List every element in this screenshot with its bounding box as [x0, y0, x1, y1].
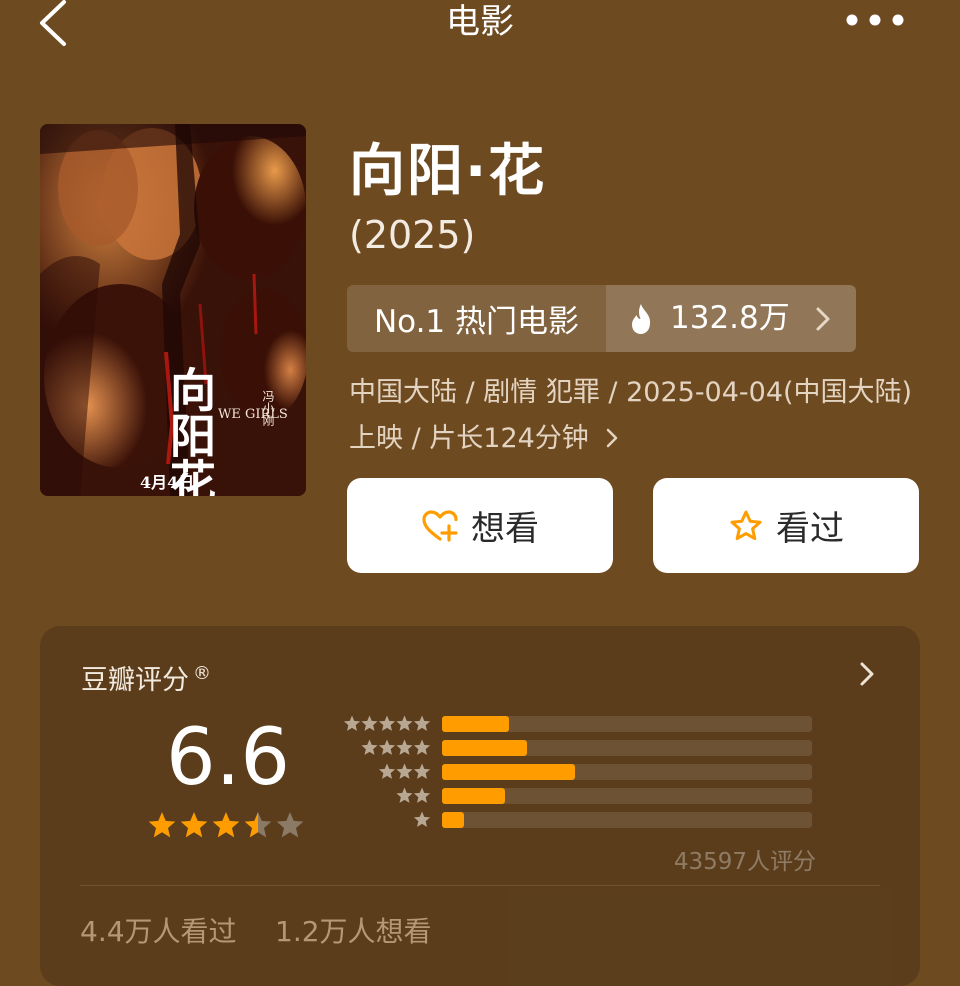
bar-star [396, 739, 413, 755]
bar-star [396, 715, 413, 731]
poster-date-text: 4月4日 [140, 473, 194, 492]
poster-director-text: 冯小刚 [261, 390, 275, 426]
rating-bar-row [336, 714, 826, 734]
want-to-watch-button[interactable]: 想看 [347, 478, 613, 573]
bar-stars-icon [361, 739, 430, 755]
bar-track [442, 740, 812, 756]
ranking-label: No.1 热门电影 [373, 304, 580, 340]
bar-star [343, 715, 361, 731]
poster-english-text: WE GIRLS [218, 407, 288, 422]
rating-bar-row [336, 738, 826, 758]
heat-section: 132.8万 [606, 285, 856, 352]
bar-star [378, 715, 396, 731]
chevron-right-icon [816, 307, 830, 331]
bar-star [378, 763, 396, 779]
bar-star [413, 787, 430, 803]
bar-fill [442, 788, 505, 804]
rating-count: 43597人评分 [673, 849, 816, 875]
bar-star [413, 715, 430, 731]
rating-card: 豆瓣评分 ® 6.6 43597人评分 4.4万人看过 1.2万人想看 [40, 626, 920, 986]
bar-stars-icon [378, 763, 430, 779]
movie-year: (2025) [349, 213, 476, 257]
heat-value: 132.8万 [670, 300, 790, 336]
bar-star [361, 739, 378, 755]
bar-star [413, 811, 430, 827]
bar-track [442, 788, 812, 804]
heart-plus-icon [422, 509, 458, 542]
bar-star [413, 739, 430, 755]
bar-fill [442, 740, 528, 756]
rating-star [148, 812, 176, 838]
rating-bar-row [336, 762, 826, 782]
bar-stars-icon [343, 715, 430, 731]
rating-stars [148, 812, 304, 838]
bar-stars-icon [413, 811, 430, 827]
bar-track [442, 812, 812, 828]
bar-star [396, 787, 413, 803]
bar-fill [442, 812, 465, 828]
watched-count: 4.4万人看过 [80, 915, 237, 948]
rating-star [276, 812, 304, 838]
bar-star [413, 763, 430, 779]
divider [80, 885, 880, 886]
seen-label: 看过 [776, 509, 844, 549]
bar-fill [442, 764, 576, 780]
bar-star [378, 739, 396, 755]
rating-star [180, 812, 208, 838]
nav-bar: 电影 [0, 0, 960, 50]
watched-button[interactable]: 看过 [653, 478, 919, 573]
movie-poster[interactable]: 向阳花 WE GIRLS 冯小刚 4月4日 [40, 124, 306, 496]
more-dots-icon[interactable] [842, 8, 908, 32]
bar-track [442, 716, 812, 732]
bar-star [396, 763, 413, 779]
poster-image: 向阳花 WE GIRLS 冯小刚 4月4日 [40, 124, 306, 496]
chevron-right-icon[interactable] [858, 660, 876, 688]
rating-label: 豆瓣评分 ® [81, 656, 211, 699]
bar-fill [442, 716, 509, 732]
bar-stars-icon [396, 787, 430, 803]
rating-bar-row [336, 810, 826, 830]
rating-source: 豆瓣评分 [81, 665, 189, 696]
movie-meta[interactable]: 中国大陆 / 剧情 犯罪 / 2025-04-04(中国大陆)上映 / 片长12… [349, 370, 929, 462]
want-label: 想看 [471, 509, 539, 549]
fire-icon [632, 304, 651, 334]
rating-star [212, 812, 240, 838]
meta-text: 中国大陆 / 剧情 犯罪 / 2025-04-04(中国大陆)上映 / 片长12… [349, 377, 913, 454]
rating-score: 6.6 [165, 713, 291, 803]
star-outline-icon [730, 510, 762, 540]
chevron-right-icon [607, 428, 618, 448]
wish-count: 1.2万人想看 [275, 915, 432, 948]
rating-bar-row [336, 786, 826, 806]
page-title: 电影 [446, 2, 514, 42]
ranking-pill[interactable]: No.1 热门电影 132.8万 [347, 285, 856, 352]
registered-mark: ® [193, 663, 211, 684]
rating-star [244, 812, 272, 838]
movie-title: 向阳·花 [349, 139, 547, 204]
bar-track [442, 764, 812, 780]
bar-star [361, 715, 378, 731]
